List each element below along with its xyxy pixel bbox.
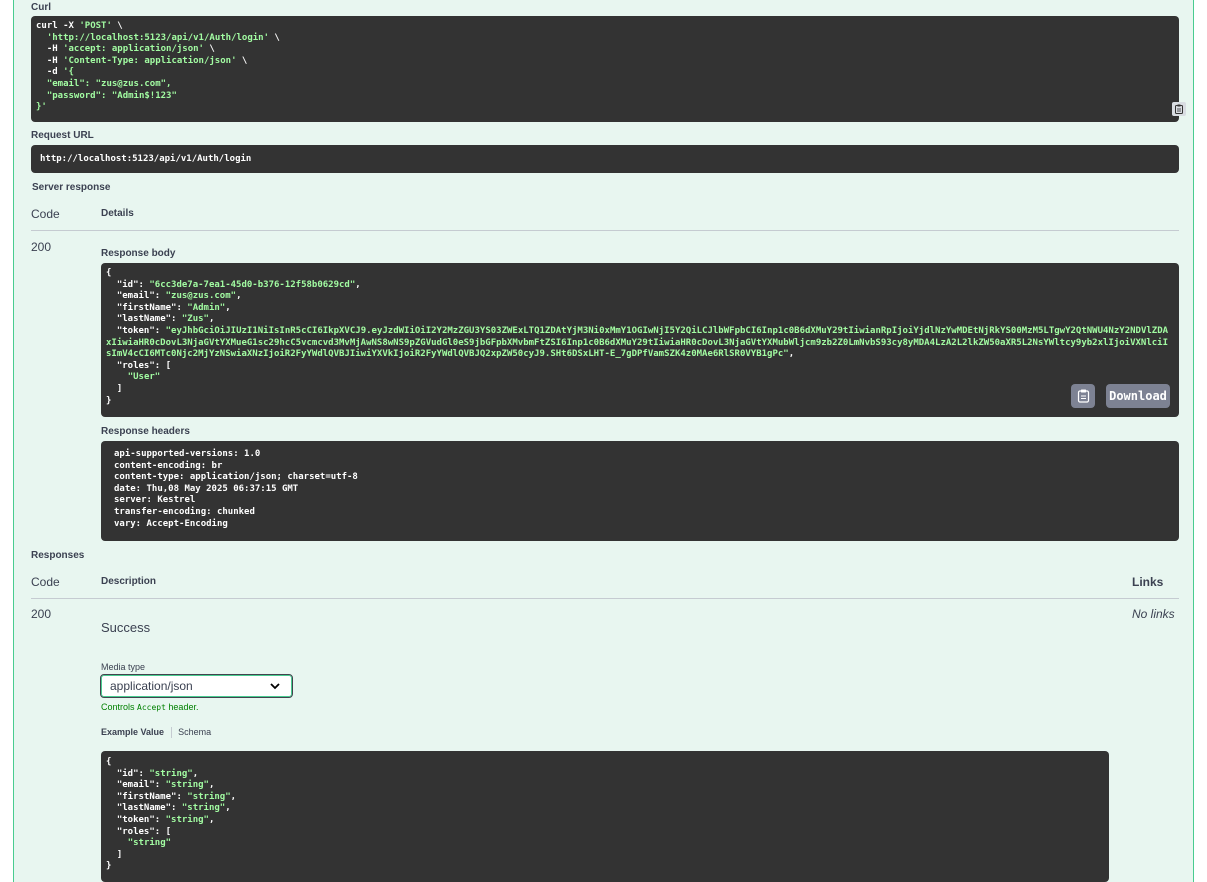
server-response-details-header: Details xyxy=(101,208,134,219)
curl-code-block[interactable]: curl -X 'POST' \ 'http://localhost:5123/… xyxy=(31,16,1186,122)
curl-command: curl -X 'POST' \ 'http://localhost:5123/… xyxy=(36,21,280,113)
responses-divider xyxy=(31,598,1179,599)
controls-accept-note: Controls Accept header. xyxy=(101,702,199,712)
server-response-code-header: Code xyxy=(31,207,60,221)
curl-label: Curl xyxy=(31,2,51,13)
response-body-block[interactable]: { "id": "6cc3de7a-7ea1-45d0-b376-12f58b0… xyxy=(101,263,1179,417)
response-body-label: Response body xyxy=(101,248,176,259)
responses-label: Responses xyxy=(31,550,85,561)
example-value-block[interactable]: { "id": "string", "email": "string", "fi… xyxy=(101,751,1109,882)
response-headers-text: api-supported-versions: 1.0 content-enco… xyxy=(114,449,358,529)
chevron-down-icon xyxy=(270,683,280,690)
media-type-label: Media type xyxy=(101,662,146,672)
media-type-select[interactable]: application/json xyxy=(100,674,293,698)
copy-response-button[interactable] xyxy=(1071,384,1095,408)
request-url-value: http://localhost:5123/api/v1/Auth/login xyxy=(40,154,252,164)
tab-schema[interactable]: Schema xyxy=(178,727,211,737)
example-value-json: { "id": "string", "email": "string", "fi… xyxy=(106,757,237,872)
response-headers-label: Response headers xyxy=(101,426,190,437)
tab-example-value[interactable]: Example Value xyxy=(101,727,164,737)
responses-links: No links xyxy=(1132,607,1175,621)
response-body-json: { "id": "6cc3de7a-7ea1-45d0-b376-12f58b0… xyxy=(106,268,1169,406)
request-url-label: Request URL xyxy=(31,130,94,141)
response-headers-block[interactable]: api-supported-versions: 1.0 content-enco… xyxy=(101,441,1179,541)
request-url-block[interactable]: http://localhost:5123/api/v1/Auth/login xyxy=(31,145,1179,173)
example-tabs: Example Value Schema xyxy=(101,727,211,739)
server-response-divider xyxy=(31,230,1179,231)
clipboard-icon xyxy=(1077,389,1089,403)
media-type-value: application/json xyxy=(110,679,193,693)
responses-code-header: Code xyxy=(31,575,60,589)
operation-panel: Curl curl -X 'POST' \ 'http://localhost:… xyxy=(13,0,1194,882)
server-response-label: Server response xyxy=(32,182,111,193)
tab-divider xyxy=(170,727,172,739)
responses-description: Success xyxy=(101,620,151,635)
download-button[interactable]: Download xyxy=(1106,384,1170,408)
server-response-code: 200 xyxy=(31,240,52,254)
copy-curl-button[interactable] xyxy=(1172,102,1186,116)
responses-links-header: Links xyxy=(1132,575,1164,589)
clipboard-icon xyxy=(1175,104,1183,114)
responses-description-header: Description xyxy=(101,576,157,587)
responses-code: 200 xyxy=(31,607,52,621)
